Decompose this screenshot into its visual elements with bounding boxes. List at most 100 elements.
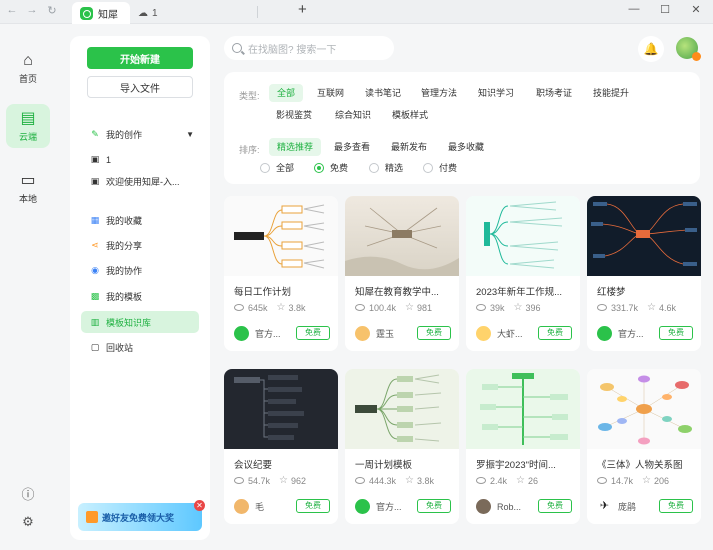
type-chip[interactable]: 全部 [269, 84, 304, 102]
library-icon: ▥ [90, 316, 100, 327]
nav-rail: ⌂ 首页 ▤ 云端 ▭ 本地 ⓘ ⚙ [0, 24, 58, 550]
template-card[interactable]: 《三体》人物关系图 14.7k ☆ 206 ✈ 庞鹃 免费 [587, 369, 701, 524]
close-promo-icon[interactable]: ✕ [194, 500, 205, 511]
tab-zhixi[interactable]: 知犀 [72, 2, 130, 24]
share-icon: ⋖ [91, 240, 99, 250]
sidebar-item-template-library[interactable]: ▥ 模板知识库 [81, 311, 199, 333]
mindmap-thumbnail [345, 369, 459, 449]
star-count: 3.8k [417, 475, 435, 486]
my-creations-label: 我的创作 [106, 130, 143, 140]
search-input[interactable]: 在找脑图? 搜索一下 [248, 41, 336, 56]
template-card[interactable]: 知犀在教育教学中... 100.4k ☆ 981 霆玉 免费 [345, 196, 459, 351]
sidebar-item-favorites[interactable]: ▦ 我的收藏 [90, 214, 142, 227]
author-name: 官方... [618, 329, 644, 339]
star-count: 3.8k [288, 302, 306, 313]
card-author: 毛 [234, 499, 264, 514]
star-count: 4.6k [659, 302, 677, 313]
author-avatar: ✈ [597, 499, 612, 514]
author-name: 官方... [255, 329, 281, 339]
sort-chip[interactable]: 最多查看 [326, 138, 378, 156]
type-chip[interactable]: 职场考证 [528, 84, 580, 102]
sidebar-item-label: 我的收藏 [106, 216, 143, 226]
author-name: 霆玉 [376, 329, 395, 339]
author-name: Rob... [497, 501, 522, 512]
close-icon[interactable]: ✕ [689, 3, 703, 16]
promo-text: 邀好友免费领大奖 [102, 512, 175, 523]
price-radio[interactable]: 全部 [260, 161, 294, 174]
bell-icon[interactable]: 🔔 [638, 36, 664, 62]
type-chip[interactable]: 影视鉴赏 [268, 106, 320, 124]
mindmap-thumbnail [466, 369, 580, 449]
help-icon[interactable]: ⓘ [18, 484, 38, 503]
mindmap-preview-icon [234, 375, 304, 440]
star-count: 981 [417, 302, 433, 313]
card-author: 霆玉 [355, 326, 394, 341]
file-item[interactable]: ▣ 1 [90, 154, 111, 165]
sidebar-item-shares[interactable]: ⋖ 我的分享 [90, 239, 142, 252]
mindmap-preview-icon [234, 204, 325, 269]
arrow-right-icon[interactable]: → [25, 4, 39, 16]
users-icon: ◉ [91, 265, 99, 275]
eye-icon [355, 304, 365, 311]
rail-home[interactable]: ⌂ 首页 [6, 46, 50, 90]
type-chip[interactable]: 互联网 [309, 84, 352, 102]
file-item[interactable]: ▣ 欢迎使用知犀-入... [90, 175, 180, 188]
card-author: ✈ 庞鹃 [597, 499, 636, 514]
type-chip[interactable]: 综合知识 [327, 106, 379, 124]
author-name: 庞鹃 [618, 502, 637, 512]
type-chip[interactable]: 技能提升 [585, 84, 637, 102]
sidebar-item-trash[interactable]: ▢ 回收站 [90, 341, 133, 354]
tab-document[interactable]: ☁ 1 [138, 2, 158, 24]
author-avatar [476, 499, 491, 514]
type-chip[interactable]: 读书笔记 [357, 84, 409, 102]
new-tab-icon[interactable]: + [298, 1, 307, 18]
template-card[interactable]: 红楼梦 331.7k ☆ 4.6k 官方... 免费 [587, 196, 701, 351]
author-name: 官方... [376, 502, 402, 512]
rail-local[interactable]: ▭ 本地 [6, 166, 50, 210]
invite-promo-banner[interactable]: 邀好友免费领大奖 ✕ [78, 500, 205, 531]
template-card[interactable]: 罗振宇2023"时间... 2.4k ☆ 26 Rob... 免费 [466, 369, 580, 524]
refresh-icon[interactable]: ↻ [45, 4, 59, 17]
star-icon: ☆ [647, 302, 656, 313]
start-new-button[interactable]: 开始新建 [87, 47, 193, 69]
type-chip[interactable]: 知识学习 [470, 84, 522, 102]
view-count: 331.7k [611, 302, 639, 313]
sort-chip[interactable]: 最新发布 [383, 138, 435, 156]
type-chip[interactable]: 模板样式 [384, 106, 436, 124]
type-chip[interactable]: 管理方法 [413, 84, 465, 102]
minimize-icon[interactable]: — [627, 3, 641, 15]
card-title: 每日工作计划 [234, 287, 292, 298]
mindmap-thumbnail [587, 196, 701, 276]
trash-icon: ▢ [90, 342, 100, 352]
mindmap-thumbnail [345, 196, 459, 276]
eye-icon [234, 477, 244, 484]
star-icon: ☆ [405, 475, 414, 486]
card-author: 官方... [355, 499, 402, 514]
tab-label: 1 [152, 7, 158, 19]
card-stats: 645k ☆ 3.8k [234, 302, 306, 313]
arrow-left-icon[interactable]: ← [5, 4, 19, 16]
template-card[interactable]: 一周计划模板 444.3k ☆ 3.8k 官方... 免费 [345, 369, 459, 524]
sort-chip[interactable]: 精选推荐 [269, 138, 322, 156]
template-card[interactable]: 2023年新年工作规... 39k ☆ 396 大虾... 免费 [466, 196, 580, 351]
rail-cloud[interactable]: ▤ 云端 [6, 104, 50, 148]
sidebar-item-templates[interactable]: ▩ 我的模板 [90, 290, 142, 303]
sort-chip[interactable]: 最多收藏 [440, 138, 492, 156]
import-file-button[interactable]: 导入文件 [87, 76, 193, 98]
template-card[interactable]: 会议纪要 54.7k ☆ 962 毛 免费 [224, 369, 338, 524]
my-creations-header[interactable]: ✎ 我的创作 ▼ [90, 128, 194, 141]
star-count: 26 [527, 475, 538, 486]
settings-icon[interactable]: ⚙ [18, 514, 38, 530]
maximize-icon[interactable]: ☐ [658, 3, 672, 16]
sidebar-item-collab[interactable]: ◉ 我的协作 [90, 264, 142, 277]
avatar[interactable] [676, 37, 701, 61]
filter-panel: 类型: 全部 互联网 读书笔记 管理方法 知识学习 职场考证 技能提升 影视鉴赏… [224, 72, 700, 184]
price-radio[interactable]: 精选 [369, 161, 403, 174]
search-box[interactable]: 在找脑图? 搜索一下 [224, 36, 394, 60]
card-stats: 54.7k ☆ 962 [234, 475, 306, 486]
file-icon: ▣ [90, 176, 100, 186]
star-icon: ☆ [405, 302, 414, 313]
template-card[interactable]: 每日工作计划 645k ☆ 3.8k 官方... 免费 [224, 196, 338, 351]
price-radio[interactable]: 付费 [423, 161, 457, 174]
price-radio[interactable]: 免费 [314, 161, 348, 174]
